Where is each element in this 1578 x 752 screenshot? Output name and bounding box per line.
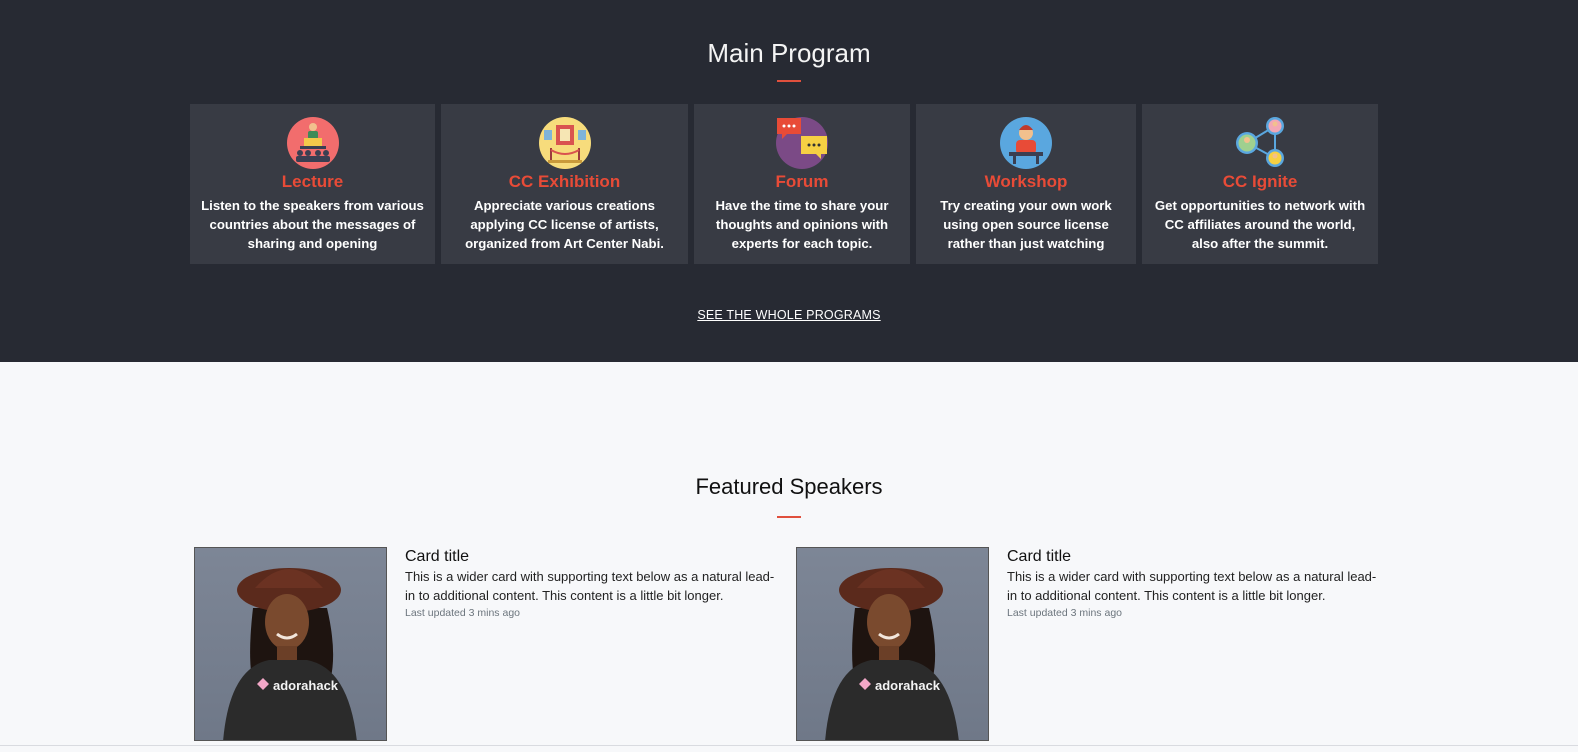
main-program-section: Main Program Lecture Listen to the speak…	[0, 0, 1578, 362]
divider	[0, 745, 1578, 746]
card-title: Workshop	[984, 172, 1068, 191]
section-title: Featured Speakers	[695, 474, 883, 499]
section-title: Main Program	[707, 38, 871, 68]
card-description: Appreciate various creations applying CC…	[465, 198, 664, 251]
speaker-photo: adorahack	[796, 547, 989, 741]
shirt-logo-text: adorahack	[875, 678, 941, 693]
program-card-ignite[interactable]: CC Ignite Get opportunities to network w…	[1142, 104, 1378, 264]
card-description: Try creating your own work using open so…	[940, 198, 1112, 251]
card-text: This is a wider card with supporting tex…	[1007, 569, 1377, 603]
speaker-card[interactable]: adorahack Card title This is a wider car…	[796, 547, 1386, 743]
title-underline	[777, 516, 801, 518]
card-title: Card title	[1007, 548, 1072, 565]
program-card-lecture[interactable]: Lecture Listen to the speakers from vari…	[190, 104, 435, 264]
network-icon	[1236, 117, 1284, 167]
card-description: Have the time to share your thoughts and…	[715, 198, 889, 251]
forum-chat-icon	[776, 117, 828, 169]
card-title: Lecture	[281, 172, 344, 191]
card-meta: Last updated 3 mins ago	[405, 607, 520, 619]
speaker-photo-illustration: adorahack	[825, 568, 959, 740]
card-description: Listen to the speakers from various coun…	[201, 198, 424, 251]
card-description: Get opportunities to network with CC aff…	[1154, 198, 1366, 251]
card-text: This is a wider card with supporting tex…	[405, 569, 775, 603]
card-meta: Last updated 3 mins ago	[1007, 607, 1122, 619]
card-title: CC Ignite	[1222, 172, 1298, 191]
see-all-programs-wrapper: SEE THE WHOLE PROGRAMS	[0, 306, 1578, 324]
see-all-programs-link[interactable]: SEE THE WHOLE PROGRAMS	[697, 308, 880, 322]
shirt-logo-text: adorahack	[273, 678, 339, 693]
card-title: CC Exhibition	[508, 172, 621, 191]
speaker-card[interactable]: adorahack Card title This is a wider car…	[194, 547, 784, 743]
card-title: Card title	[405, 548, 470, 565]
exhibition-icon	[538, 117, 591, 169]
title-underline	[777, 80, 801, 82]
program-card-workshop[interactable]: Workshop Try creating your own work usin…	[916, 104, 1136, 264]
workshop-icon	[1000, 117, 1052, 169]
card-title: Forum	[775, 172, 829, 191]
program-card-exhibition[interactable]: CC Exhibition Appreciate various creatio…	[441, 104, 688, 264]
program-card-forum[interactable]: Forum Have the time to share your though…	[694, 104, 910, 264]
speaker-photo-illustration: adorahack	[223, 568, 357, 740]
speaker-photo: adorahack	[194, 547, 387, 741]
lecture-icon	[286, 117, 339, 169]
